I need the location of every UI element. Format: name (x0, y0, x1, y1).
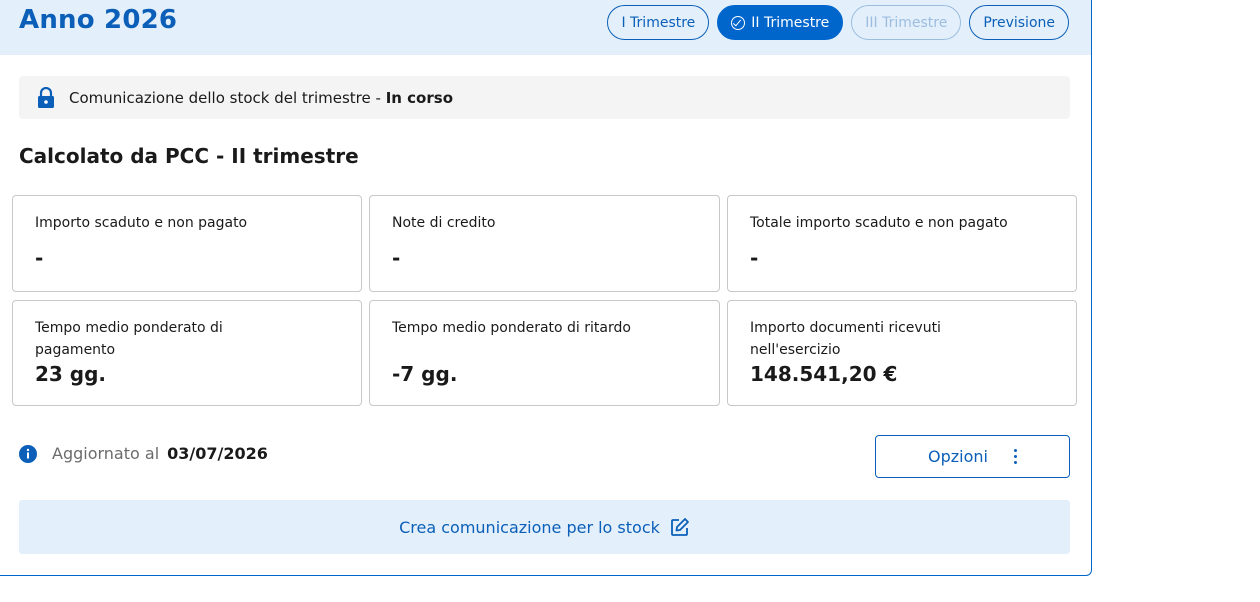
card-tempo-ritardo: Tempo medio ponderato di ritardo -7 gg. (369, 300, 720, 406)
panel-header: Anno 2026 I Trimestre II Trimestre III T… (0, 0, 1091, 55)
update-label: Aggiornato al (52, 444, 160, 463)
update-date: 03/07/2026 (167, 444, 268, 463)
card-note-credito: Note di credito - (369, 195, 720, 292)
kebab-menu-icon (1013, 449, 1017, 464)
card-value: 148.541,20 € (750, 362, 898, 386)
tab-label: II Trimestre (751, 14, 830, 31)
tab-iii-trimestre: III Trimestre (851, 5, 962, 40)
options-button[interactable]: Opzioni (875, 435, 1070, 478)
card-importo-documenti: Importo documenti ricevuti nell'esercizi… (727, 300, 1077, 406)
card-label: Tempo medio ponderato di ritardo (392, 320, 631, 336)
lock-icon (38, 86, 54, 108)
edit-icon (670, 518, 689, 536)
create-label: Crea comunicazione per lo stock (399, 517, 660, 537)
card-label: Importo documenti ricevuti nell'esercizi… (750, 320, 941, 358)
section-title: Calcolato da PCC - II trimestre (19, 144, 359, 168)
card-value: - (750, 246, 759, 270)
card-value: 23 gg. (35, 362, 107, 386)
card-totale-scaduto: Totale importo scaduto e non pagato - (727, 195, 1077, 292)
tab-label: III Trimestre (865, 14, 948, 31)
status-text: Comunicazione dello stock del trimestre … (69, 88, 381, 107)
tab-previsione[interactable]: Previsione (969, 5, 1069, 40)
create-communication-button[interactable]: Crea comunicazione per lo stock (19, 500, 1070, 554)
tab-i-trimestre[interactable]: I Trimestre (607, 5, 710, 40)
card-label: Importo scaduto e non pagato (35, 215, 248, 231)
tab-label: Previsione (983, 14, 1055, 31)
card-importo-scaduto: Importo scaduto e non pagato - (12, 195, 362, 292)
options-label: Opzioni (928, 447, 988, 466)
info-icon (19, 444, 37, 463)
card-value: - (35, 246, 44, 270)
quarter-panel: Anno 2026 I Trimestre II Trimestre III T… (0, 0, 1092, 576)
update-info: Aggiornato al 03/07/2026 (19, 444, 268, 463)
tab-label: I Trimestre (621, 14, 696, 31)
card-value: -7 gg. (392, 362, 458, 386)
tab-ii-trimestre[interactable]: II Trimestre (717, 5, 844, 40)
card-value: - (392, 246, 401, 270)
card-label: Tempo medio ponderato di pagamento (35, 320, 223, 358)
quarter-tabs: I Trimestre II Trimestre III Trimestre P… (607, 5, 1069, 40)
status-banner: Comunicazione dello stock del trimestre … (19, 76, 1070, 119)
status-value: In corso (385, 88, 453, 107)
year-title: Anno 2026 (19, 5, 178, 35)
check-circle-icon (731, 15, 746, 30)
card-label: Note di credito (392, 215, 496, 231)
card-label: Totale importo scaduto e non pagato (750, 215, 1008, 231)
card-tempo-pagamento: Tempo medio ponderato di pagamento 23 gg… (12, 300, 362, 406)
